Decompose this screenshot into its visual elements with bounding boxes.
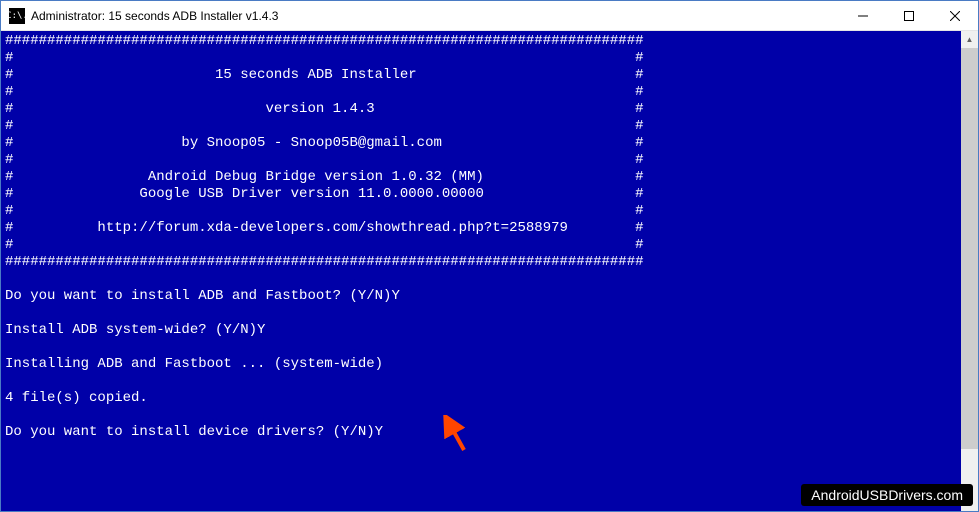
window-controls <box>840 1 978 30</box>
close-icon <box>950 11 960 21</box>
minimize-icon <box>858 11 868 21</box>
vertical-scrollbar[interactable]: ▲ ▼ <box>961 31 978 511</box>
titlebar[interactable]: C:\. Administrator: 15 seconds ADB Insta… <box>1 1 978 31</box>
maximize-button[interactable] <box>886 1 932 30</box>
window-title: Administrator: 15 seconds ADB Installer … <box>31 9 840 23</box>
cmd-icon: C:\. <box>9 8 25 24</box>
console-output[interactable]: ########################################… <box>1 31 961 511</box>
close-button[interactable] <box>932 1 978 30</box>
maximize-icon <box>904 11 914 21</box>
scroll-track[interactable] <box>961 48 978 494</box>
scroll-up-arrow[interactable]: ▲ <box>961 31 978 48</box>
application-window: C:\. Administrator: 15 seconds ADB Insta… <box>0 0 979 512</box>
watermark-badge: AndroidUSBDrivers.com <box>801 484 973 506</box>
scroll-thumb[interactable] <box>961 48 978 449</box>
minimize-button[interactable] <box>840 1 886 30</box>
console-area: ########################################… <box>1 31 978 511</box>
